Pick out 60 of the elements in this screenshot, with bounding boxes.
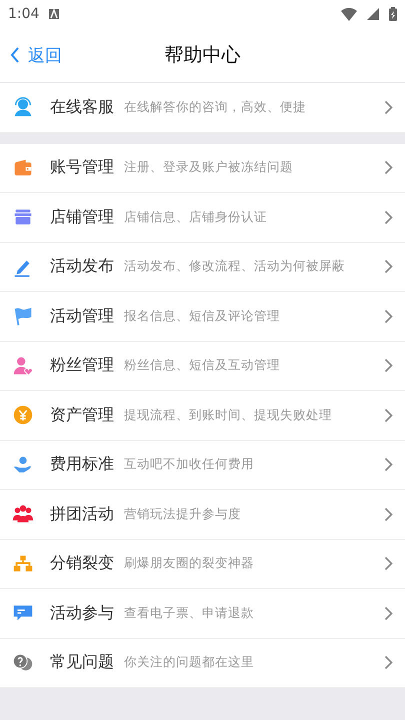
item-title: 店铺管理	[50, 206, 114, 228]
help-item[interactable]: 拼团活动 营销玩法提升参与度	[0, 490, 405, 540]
item-title: 活动参与	[50, 602, 114, 624]
item-title: 在线客服	[50, 96, 114, 118]
signal-icon	[367, 8, 379, 20]
notification-icon	[49, 9, 60, 19]
chevron-right-icon	[384, 358, 393, 374]
help-item[interactable]: 分销裂变 刷爆朋友圈的裂变神器	[0, 540, 405, 589]
help-item[interactable]: 粉丝管理 粉丝信息、短信及互动管理	[0, 342, 405, 391]
chevron-right-icon	[384, 160, 393, 176]
help-item[interactable]: 活动发布 活动发布、修改流程、活动为何被屏蔽	[0, 242, 405, 292]
item-title: 拼团活动	[50, 504, 114, 525]
chevron-right-icon	[384, 457, 393, 472]
item-title: 分销裂变	[50, 553, 114, 574]
item-description: 提现流程、到账时间、提现失败处理	[124, 406, 333, 424]
item-description: 注册、登录及账户被冻结问题	[124, 159, 294, 176]
help-item[interactable]: 费用标准 互动吧不加收任何费用	[0, 440, 405, 490]
chevron-right-icon	[384, 210, 393, 225]
item-description: 营销玩法提升参与度	[124, 506, 242, 523]
people-icon	[12, 503, 34, 526]
person-heart-icon	[12, 354, 34, 377]
item-title: 账号管理	[50, 157, 114, 178]
item-description: 报名信息、短信及评论管理	[124, 308, 281, 325]
help-item[interactable]: 账号管理 注册、登录及账户被冻结问题	[0, 144, 405, 193]
page-title: 帮助中心	[164, 44, 240, 66]
chevron-right-icon	[384, 308, 393, 324]
flag-icon	[12, 305, 34, 328]
yen-coin-icon	[12, 404, 34, 426]
chevron-right-icon	[384, 506, 393, 522]
help-item[interactable]: 资产管理 提现流程、到账时间、提现失败处理	[0, 391, 405, 440]
item-title: 资产管理	[50, 404, 114, 426]
chevron-right-icon	[384, 408, 393, 423]
item-description: 查看电子票、申请退款	[124, 604, 255, 622]
help-item[interactable]: 在线客服 在线解答你的咨询，高效、便捷	[0, 83, 405, 132]
chevron-right-icon	[384, 259, 393, 274]
item-description: 店铺信息、店铺身份认证	[124, 208, 268, 226]
help-item[interactable]: 店铺管理 店铺信息、店铺身份认证	[0, 193, 405, 242]
item-description: 粉丝信息、短信及互动管理	[124, 357, 281, 374]
battery-icon	[389, 7, 397, 21]
item-description: 刷爆朋友圈的裂变神器	[124, 555, 255, 572]
item-title: 常见问题	[50, 652, 114, 674]
item-description: 活动发布、修改流程、活动为何被屏蔽	[124, 258, 346, 276]
item-description: 你关注的问题都在这里	[124, 654, 255, 672]
chevron-right-icon	[384, 100, 393, 115]
item-title: 活动管理	[50, 306, 114, 327]
status-time: 1:04	[8, 6, 40, 22]
headset-icon	[12, 96, 34, 118]
item-title: 活动发布	[50, 256, 114, 278]
item-title: 费用标准	[50, 454, 114, 476]
chevron-right-icon	[384, 606, 393, 621]
item-title: 粉丝管理	[50, 355, 114, 376]
help-item[interactable]: 活动管理 报名信息、短信及评论管理	[0, 292, 405, 342]
chevron-right-icon	[384, 556, 393, 572]
item-description: 在线解答你的咨询，高效、便捷	[124, 98, 307, 116]
chevron-right-icon	[384, 655, 393, 670]
help-item[interactable]: 常见问题 你关注的问题都在这里	[0, 638, 405, 688]
item-description: 互动吧不加收任何费用	[124, 456, 255, 474]
help-item[interactable]: 活动参与 查看电子票、申请退款	[0, 589, 405, 638]
chevron-left-icon	[10, 47, 20, 63]
wifi-icon	[341, 8, 357, 20]
